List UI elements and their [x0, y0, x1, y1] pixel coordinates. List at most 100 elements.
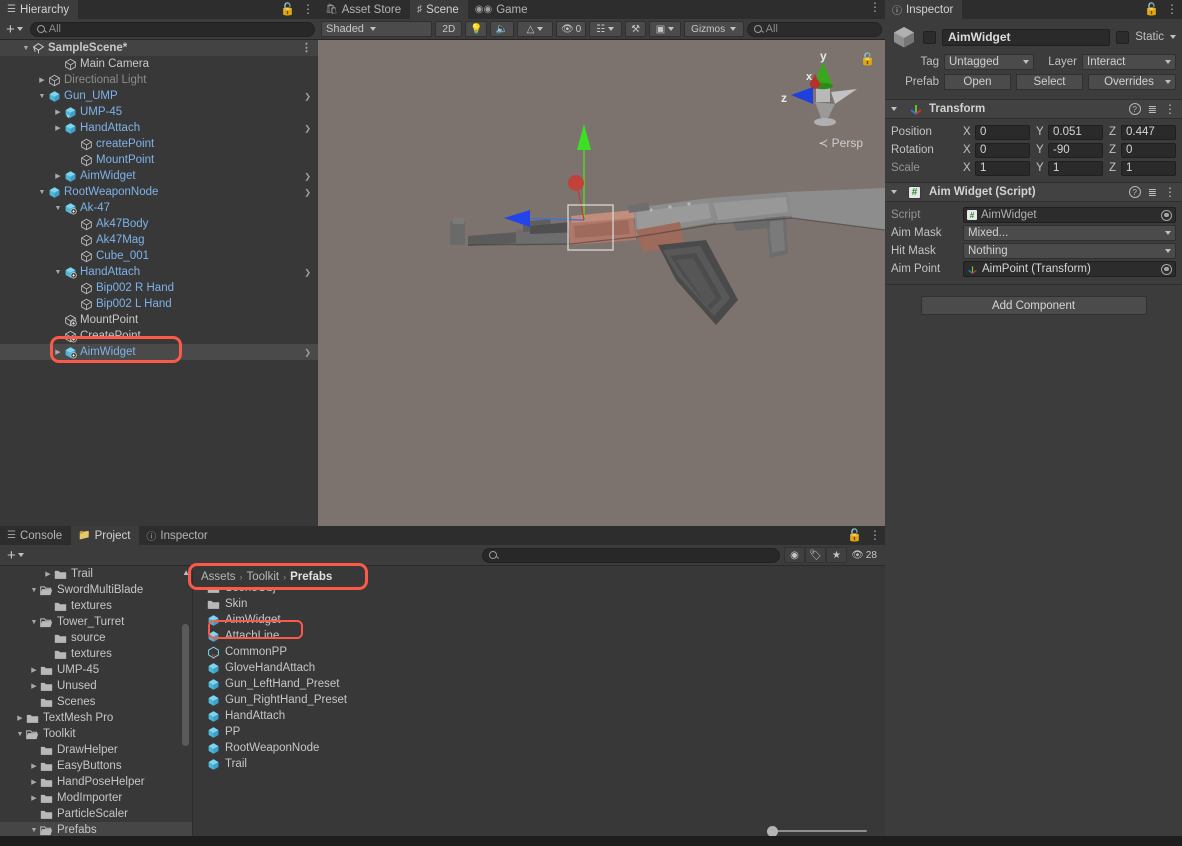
expand-arrow[interactable]: [52, 124, 64, 132]
hierarchy-tree[interactable]: SampleScene* ⋮ Main Camera Directional Ligh…: [0, 40, 318, 526]
project-tree-item-drawhelper[interactable]: DrawHelper: [0, 742, 192, 758]
toggle-2d-button[interactable]: 2D: [435, 21, 463, 37]
expand-arrow[interactable]: [28, 666, 40, 674]
transform-z-field[interactable]: 1: [1121, 160, 1176, 176]
expand-arrow[interactable]: [36, 93, 48, 100]
expand-arrow[interactable]: [52, 269, 64, 276]
project-tree-item-tower-turret[interactable]: Tower_Turret: [0, 614, 192, 630]
hierarchy-item-mountpoint[interactable]: MountPoint: [0, 312, 318, 328]
object-picker-icon[interactable]: [1161, 263, 1172, 275]
hierarchy-item-createpoint[interactable]: CreatePoint: [0, 328, 318, 344]
object-picker-icon[interactable]: [1161, 209, 1172, 221]
perspective-label-group[interactable]: ≺ Persp: [818, 136, 863, 150]
tab-scene[interactable]: ♯ Scene: [410, 0, 468, 19]
lock-icon[interactable]: 🔓: [847, 528, 862, 542]
project-tree-item-textures[interactable]: textures: [0, 598, 192, 614]
chevron-right-icon[interactable]: ❯: [304, 348, 311, 357]
hidden-objects-toggle[interactable]: 👁 0: [556, 21, 586, 37]
lock-icon[interactable]: 🔓: [1144, 2, 1159, 16]
light-bulb-icon[interactable]: 💡: [465, 21, 488, 37]
layer-dropdown[interactable]: Interact: [1082, 54, 1176, 70]
project-tree-item-unused[interactable]: Unused: [0, 678, 192, 694]
tab-asset-store[interactable]: 🛍 Asset Store: [318, 0, 410, 19]
component-menu-icon[interactable]: ⋮: [1164, 103, 1176, 115]
object-name-field[interactable]: AimWidget: [942, 28, 1111, 46]
help-icon[interactable]: ?: [1128, 103, 1141, 115]
tag-icon[interactable]: 🏷: [805, 547, 826, 563]
project-tree-item-toolkit[interactable]: Toolkit: [0, 726, 192, 742]
project-tree-item-particlescaler[interactable]: ParticleScaler: [0, 806, 192, 822]
chevron-down-icon[interactable]: [891, 190, 897, 194]
transform-z-field[interactable]: 0.447: [1121, 124, 1176, 140]
gizmos-dropdown[interactable]: Gizmos: [683, 21, 744, 37]
project-asset-list[interactable]: Assets › Toolkit › Prefabs SceneObj Skin AimWi…: [193, 566, 885, 846]
prefab-overrides-dropdown[interactable]: Overrides: [1088, 74, 1176, 90]
project-search-input[interactable]: [482, 547, 780, 563]
breadcrumb-item-prefabs[interactable]: Prefabs: [290, 571, 332, 583]
project-tree-scrollbar[interactable]: [182, 624, 189, 746]
hierarchy-item-ak47mag[interactable]: Ak47Mag: [0, 232, 318, 248]
chevron-right-icon[interactable]: ❯: [304, 92, 311, 101]
hierarchy-item-gun-ump[interactable]: Gun_UMP ❯: [0, 88, 318, 104]
hierarchy-item-directional-light[interactable]: Directional Light: [0, 72, 318, 88]
transform-z-field[interactable]: 0: [1121, 142, 1176, 158]
project-folder-tree[interactable]: Trail SwordMultiBlade textures Tower_Turret…: [0, 566, 193, 846]
hierarchy-item-aimwidget[interactable]: AimWidget ❯: [0, 344, 318, 360]
tab-inspector-bottom[interactable]: ⓘ Inspector: [139, 526, 216, 545]
asset-item-attachline[interactable]: AttachLine: [193, 628, 885, 644]
hierarchy-item-handattach[interactable]: HandAttach ❯: [0, 120, 318, 136]
scene-viewport[interactable]: y x z 🔓 ≺ Persp: [318, 40, 885, 526]
scene-menu-icon[interactable]: ⋮: [869, 1, 881, 13]
hidden-packages-toggle[interactable]: 👁 28: [847, 547, 881, 563]
scene-search-input[interactable]: All: [746, 21, 883, 37]
expand-arrow[interactable]: [28, 619, 40, 626]
camera-dropdown[interactable]: ▣: [649, 21, 681, 37]
transform-y-field[interactable]: 1: [1048, 160, 1103, 176]
preset-icon[interactable]: ≣: [1148, 103, 1157, 116]
chevron-down-icon[interactable]: [891, 107, 897, 111]
transform-x-field[interactable]: 0: [975, 142, 1030, 158]
project-tree-item-modimporter[interactable]: ModImporter: [0, 790, 192, 806]
help-icon[interactable]: ?: [1128, 186, 1141, 198]
scene-row-menu-icon[interactable]: ⋮: [301, 43, 312, 54]
project-tree-item-ump-45[interactable]: UMP-45: [0, 662, 192, 678]
hierarchy-item-ak-47[interactable]: Ak-47: [0, 200, 318, 216]
tab-inspector[interactable]: ⓘ Inspector: [885, 0, 963, 19]
chevron-right-icon[interactable]: ❯: [304, 268, 311, 277]
component-menu-icon[interactable]: ⋮: [1164, 186, 1176, 198]
project-tree-item-textmesh-pro[interactable]: TextMesh Pro: [0, 710, 192, 726]
asset-item-pp[interactable]: PP: [193, 724, 885, 740]
scroll-up-arrow-icon[interactable]: ▲: [182, 568, 190, 577]
hierarchy-menu-icon[interactable]: ⋮: [302, 3, 314, 15]
project-tree-item-easybuttons[interactable]: EasyButtons: [0, 758, 192, 774]
transform-x-field[interactable]: 1: [975, 160, 1030, 176]
hit-mask-dropdown[interactable]: Nothing: [963, 243, 1176, 259]
asset-item-gun-righthand-preset[interactable]: Gun_RightHand_Preset: [193, 692, 885, 708]
expand-arrow[interactable]: [14, 731, 26, 738]
asset-items[interactable]: SceneObj Skin AimWidget AttachLine {} CommonP…: [193, 588, 885, 846]
expand-arrow[interactable]: [28, 762, 40, 770]
expand-arrow[interactable]: [42, 570, 54, 578]
expand-arrow[interactable]: [36, 189, 48, 196]
chevron-down-icon[interactable]: [1170, 35, 1176, 39]
expand-arrow[interactable]: [28, 587, 40, 594]
hierarchy-item-ak47body[interactable]: Ak47Body: [0, 216, 318, 232]
chevron-right-icon[interactable]: ❯: [304, 172, 311, 181]
hierarchy-item-createpoint[interactable]: createPoint: [0, 136, 318, 152]
hierarchy-item-bip002-r-hand[interactable]: Bip002 R Hand: [0, 280, 318, 296]
project-menu-icon[interactable]: ⋮: [869, 529, 881, 541]
inspector-menu-icon[interactable]: ⋮: [1166, 3, 1178, 15]
transform-component-header[interactable]: Transform ? ≣ ⋮: [885, 99, 1182, 119]
breadcrumb[interactable]: Assets › Toolkit › Prefabs: [193, 566, 885, 587]
hierarchy-item-main-camera[interactable]: Main Camera: [0, 56, 318, 72]
project-tree-item-swordmultiblade[interactable]: SwordMultiBlade: [0, 582, 192, 598]
static-checkbox[interactable]: [1116, 30, 1130, 44]
tab-game[interactable]: ◉◉ Game: [468, 0, 537, 19]
expand-arrow[interactable]: [28, 827, 40, 834]
star-icon[interactable]: ★: [826, 547, 847, 563]
tab-console[interactable]: ☰ Console: [0, 526, 71, 545]
audio-icon[interactable]: 🔈: [490, 21, 514, 37]
breadcrumb-item-assets[interactable]: Assets: [201, 571, 236, 583]
hierarchy-item-ump-45[interactable]: UMP-45: [0, 104, 318, 120]
aim-mask-dropdown[interactable]: Mixed...: [963, 225, 1176, 241]
